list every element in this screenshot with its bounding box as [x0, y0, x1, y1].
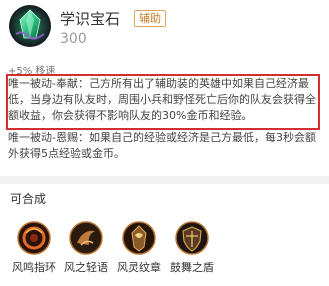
- item-name: 学识宝石: [60, 10, 121, 28]
- item-header: 学识宝石 辅助 300: [0, 0, 329, 56]
- section-divider: [0, 176, 329, 184]
- inspire-shield-icon: [175, 221, 209, 255]
- windchime-ring-icon: [17, 221, 51, 255]
- upgrade-item-wind-spirit-emblem[interactable]: 风灵纹章: [109, 221, 169, 275]
- upgrade-item-inspire-shield[interactable]: 鼓舞之盾: [162, 221, 222, 275]
- upgrade-item-wind-whisper[interactable]: 风之轻语: [56, 221, 116, 275]
- wind-whisper-icon: [69, 221, 103, 255]
- upgrade-item-label: 风灵纹章: [117, 261, 161, 274]
- upgrade-item-label: 风之轻语: [64, 261, 108, 274]
- green-gem-icon: [9, 5, 51, 47]
- passive-devotion: 唯一被动-奉献：己方所有出了辅助装的英雄中如果自己经济最低，当身边有队友时，周围…: [8, 77, 316, 122]
- upgrade-item-label: 鼓舞之盾: [170, 261, 214, 274]
- upgrade-item-windchime-ring[interactable]: 风鸣指环: [4, 221, 64, 275]
- upgrade-item-label: 风鸣指环: [12, 261, 56, 274]
- wind-spirit-emblem-icon: [122, 221, 156, 255]
- passive-blessing: 唯一被动-恩赐：如果自己的经验或经济是己方最低，每3秒会额外获得5点经验或金币。: [8, 131, 316, 160]
- item-price: 300: [60, 31, 87, 47]
- item-category-badge: 辅助: [134, 10, 166, 27]
- upgrades-title: 可合成: [10, 192, 47, 206]
